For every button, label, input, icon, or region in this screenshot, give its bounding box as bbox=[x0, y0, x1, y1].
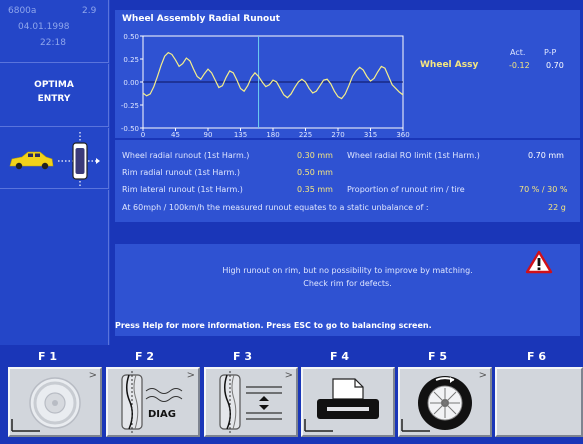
act-value: -0.12 bbox=[509, 61, 530, 70]
f2-arrow: > bbox=[186, 370, 195, 381]
diag-label: DIAG bbox=[148, 409, 176, 420]
system-code: 6800a bbox=[8, 6, 37, 16]
y-tick-label: 0.50 bbox=[123, 33, 139, 41]
f3-button[interactable]: > bbox=[204, 367, 298, 437]
f1-label: F 1 bbox=[38, 350, 57, 363]
f1-arrow: > bbox=[88, 370, 97, 381]
f4-label: F 4 bbox=[330, 350, 349, 363]
runout-proportion-label: Proportion of runout rim / tire bbox=[347, 185, 465, 194]
car-wheel-icon bbox=[9, 132, 100, 186]
wheel-radial-limit-value: 0.70 mm bbox=[528, 151, 564, 160]
vehicle-box bbox=[0, 128, 109, 189]
f2-label: F 2 bbox=[135, 350, 154, 363]
system-info-box: 6800a 2.9 04.01.1998 22:18 bbox=[0, 0, 109, 63]
system-date: 04.01.1998 bbox=[18, 22, 70, 32]
wheel-assy-label: Wheel Assy bbox=[420, 60, 479, 70]
x-tick-label: 0 bbox=[141, 131, 145, 138]
y-tick-label: 0.25 bbox=[123, 56, 139, 64]
static-unbalance-value: 22 g bbox=[548, 203, 566, 212]
x-tick-label: 135 bbox=[234, 131, 247, 138]
runout-proportion-value: 70 % / 30 % bbox=[519, 185, 568, 194]
status-sidebar: 6800a 2.9 04.01.1998 22:18 OPTIMA ENTRY bbox=[0, 0, 110, 345]
printer-icon bbox=[304, 378, 379, 432]
wheel-radial-runout-label: Wheel radial runout (1st Harm.) bbox=[122, 151, 250, 160]
system-version: 2.9 bbox=[82, 6, 97, 16]
rim-radial-runout-value: 0.50 mm bbox=[297, 168, 333, 177]
runout-curve bbox=[142, 51, 404, 100]
tire-diagnosis-icon bbox=[121, 371, 183, 433]
f3-label: F 3 bbox=[233, 350, 252, 363]
rim-lateral-runout-value: 0.35 mm bbox=[297, 185, 333, 194]
mode-box: OPTIMA ENTRY bbox=[0, 64, 109, 127]
rim-lateral-runout-label: Rim lateral runout (1st Harm.) bbox=[122, 185, 243, 194]
f2-diag-button[interactable]: > DIAG bbox=[106, 367, 200, 437]
help-instruction: Press Help for more information. Press E… bbox=[115, 321, 432, 330]
x-tick-label: 225 bbox=[299, 131, 312, 138]
mode-line-2: ENTRY bbox=[37, 94, 71, 104]
x-tick-label: 180 bbox=[266, 131, 279, 138]
x-tick-label: 45 bbox=[171, 131, 180, 138]
diagnosis-line-2: Check rim for defects. bbox=[303, 279, 392, 288]
f5-arrow: > bbox=[478, 370, 487, 381]
act-header: Act. bbox=[510, 48, 526, 57]
f5-label: F 5 bbox=[428, 350, 447, 363]
runout-chart-panel: Wheel Assembly Radial Runout 0.50 0.25 0.0… bbox=[115, 10, 580, 138]
y-tick-label: -0.50 bbox=[121, 125, 139, 133]
static-unbalance-label: At 60mph / 100km/h the measured runout e… bbox=[122, 203, 429, 212]
wheel-balance-icon bbox=[401, 376, 472, 432]
rim-radial-runout-label: Rim radial runout (1st Harm.) bbox=[122, 168, 240, 177]
mode-line-1: OPTIMA bbox=[34, 80, 74, 90]
f6-button[interactable] bbox=[495, 367, 583, 437]
runout-info-panel: Wheel radial runout (1st Harm.) 0.30 mm … bbox=[115, 140, 580, 222]
x-tick-label: 315 bbox=[364, 131, 377, 138]
pp-value: 0.70 bbox=[546, 61, 564, 70]
y-tick-label: 0.00 bbox=[123, 79, 139, 87]
f1-button[interactable]: > bbox=[8, 367, 102, 437]
wheel-radial-runout-value: 0.30 mm bbox=[297, 151, 333, 160]
x-tick-label: 270 bbox=[331, 131, 344, 138]
x-tick-label: 360 bbox=[396, 131, 409, 138]
diagnosis-line-1: High runout on rim, but no possibility t… bbox=[222, 266, 473, 275]
system-time: 22:18 bbox=[40, 38, 66, 48]
x-tick-label: 90 bbox=[204, 131, 213, 138]
pp-header: P-P bbox=[544, 48, 557, 57]
wheel-rim-icon bbox=[11, 377, 81, 432]
y-tick-label: -0.25 bbox=[121, 102, 139, 110]
wheel-radial-limit-label: Wheel radial RO limit (1st Harm.) bbox=[347, 151, 480, 160]
runout-chart: 0.50 0.25 0.00 -0.25 -0.500 45 90 135 180 225 270 3… bbox=[121, 33, 410, 138]
tire-matching-icon bbox=[219, 371, 282, 433]
f3-arrow: > bbox=[284, 370, 293, 381]
sidebar-empty-box bbox=[0, 190, 109, 345]
f5-balance-button[interactable]: > bbox=[398, 367, 492, 437]
f6-label: F 6 bbox=[527, 350, 546, 363]
diagnosis-message-panel: High runout on rim, but no possibility t… bbox=[115, 244, 580, 336]
f4-print-button[interactable] bbox=[301, 367, 395, 437]
